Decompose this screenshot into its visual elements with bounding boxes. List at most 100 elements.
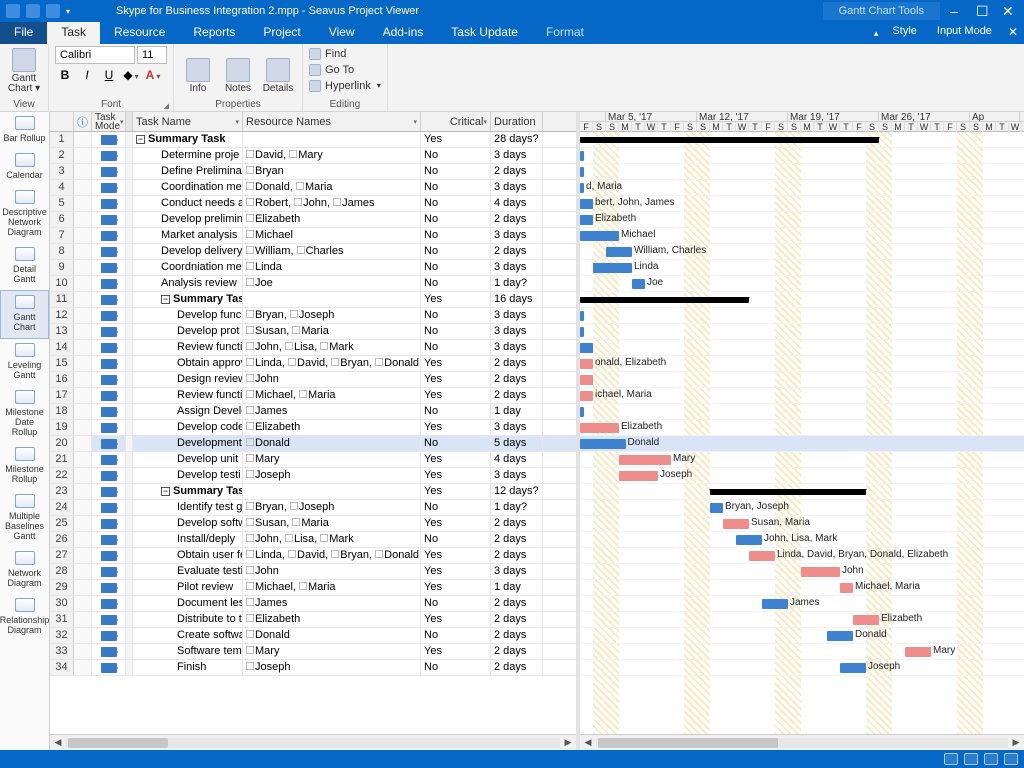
day-header[interactable]: T — [632, 122, 645, 132]
row-number[interactable]: 21 — [50, 452, 74, 467]
day-header[interactable]: W — [645, 122, 658, 132]
task-mode-cell[interactable] — [92, 388, 126, 403]
duration-cell[interactable]: 16 days — [491, 292, 543, 307]
day-header[interactable]: M — [892, 122, 905, 132]
task-mode-cell[interactable] — [92, 660, 126, 675]
gantt-row[interactable] — [580, 372, 1024, 388]
th-name[interactable]: Task Name▾ — [133, 112, 243, 131]
task-name-cell[interactable]: Finish — [133, 660, 243, 675]
table-row[interactable]: 1−Summary TaskYes28 days? — [50, 132, 576, 148]
task-name-cell[interactable]: −Summary Task 1 — [133, 484, 243, 499]
gantt-row[interactable]: Joe — [580, 276, 1024, 292]
view-network-diagram[interactable]: Network Diagram — [0, 547, 49, 594]
week-header[interactable] — [580, 112, 606, 121]
view-gantt-chart[interactable]: Gantt Chart — [0, 290, 49, 339]
info-cell[interactable] — [74, 228, 92, 243]
week-header[interactable]: Mar 12, '17 — [697, 112, 788, 121]
resource-cell[interactable]: Michael, Maria — [243, 580, 421, 595]
outline-toggle[interactable]: − — [136, 135, 145, 144]
task-name-cell[interactable]: Market analysis — [133, 228, 243, 243]
task-mode-cell[interactable] — [92, 436, 126, 451]
row-number[interactable]: 34 — [50, 660, 74, 675]
duration-cell[interactable]: 4 days — [491, 452, 543, 467]
gantt-row[interactable] — [580, 484, 1024, 500]
close-ribbon-button[interactable]: ✕ — [1002, 22, 1024, 44]
day-header[interactable]: S — [866, 122, 879, 132]
task-mode-cell[interactable] — [92, 564, 126, 579]
scroll-right-button[interactable]: ▶ — [560, 737, 576, 748]
info-button[interactable]: Info — [180, 46, 216, 94]
table-row[interactable]: 33Software temMaryYes2 days — [50, 644, 576, 660]
gantt-row[interactable]: Susan, Maria — [580, 516, 1024, 532]
table-row[interactable]: 29Pilot reviewMichael, MariaYes1 day — [50, 580, 576, 596]
critical-cell[interactable]: No — [421, 276, 491, 291]
resource-cell[interactable]: John — [243, 372, 421, 387]
critical-cell[interactable]: Yes — [421, 516, 491, 531]
gantt-row[interactable]: Michael, Maria — [580, 580, 1024, 596]
row-number[interactable]: 30 — [50, 596, 74, 611]
critical-cell[interactable]: No — [421, 196, 491, 211]
table-row[interactable]: 7Market analysisMichaelNo3 days — [50, 228, 576, 244]
task-bar[interactable]: William, Charles — [606, 247, 632, 257]
day-header[interactable]: S — [593, 122, 606, 132]
task-mode-cell[interactable] — [92, 500, 126, 515]
gantt-row[interactable]: d, Maria — [580, 180, 1024, 196]
view-detail-gantt[interactable]: Detail Gantt — [0, 243, 49, 290]
table-row[interactable]: 5Conduct needs anRobert, John, JamesNo4 … — [50, 196, 576, 212]
gantt-row[interactable]: Elizabeth — [580, 612, 1024, 628]
day-header[interactable]: M — [619, 122, 632, 132]
table-row[interactable]: 9Coordniation meeLindaNo3 days — [50, 260, 576, 276]
task-bar[interactable]: Elizabeth — [580, 215, 593, 225]
resource-cell[interactable]: Elizabeth — [243, 212, 421, 227]
duration-cell[interactable]: 2 days — [491, 356, 543, 371]
resource-cell[interactable]: Bryan, Joseph — [243, 308, 421, 323]
resource-cell[interactable]: Mary — [243, 644, 421, 659]
row-number[interactable]: 24 — [50, 500, 74, 515]
critical-cell[interactable]: Yes — [421, 372, 491, 387]
task-name-cell[interactable]: Conduct needs an — [133, 196, 243, 211]
row-number[interactable]: 28 — [50, 564, 74, 579]
row-number[interactable]: 32 — [50, 628, 74, 643]
critical-cell[interactable]: No — [421, 340, 491, 355]
table-row[interactable]: 3Define PreliminaBryanNo2 days — [50, 164, 576, 180]
row-number[interactable]: 25 — [50, 516, 74, 531]
day-header[interactable]: F — [762, 122, 775, 132]
task-mode-cell[interactable] — [92, 164, 126, 179]
gantt-row[interactable]: Donald — [580, 628, 1024, 644]
scroll-left-button[interactable]: ◀ — [580, 737, 596, 748]
timescale[interactable]: Mar 5, '17Mar 12, '17Mar 19, '17Mar 26, … — [580, 112, 1024, 132]
task-name-cell[interactable]: −Summary Task 1 — [133, 292, 243, 307]
task-bar[interactable]: Joseph — [619, 471, 658, 481]
resource-cell[interactable]: David, Mary — [243, 148, 421, 163]
critical-cell[interactable]: No — [421, 260, 491, 275]
info-cell[interactable] — [74, 276, 92, 291]
resource-cell[interactable]: Bryan — [243, 164, 421, 179]
task-bar[interactable]: Michael — [580, 231, 619, 241]
day-header[interactable]: S — [606, 122, 619, 132]
duration-cell[interactable]: 4 days — [491, 196, 543, 211]
info-cell[interactable] — [74, 420, 92, 435]
tab-reports[interactable]: Reports — [179, 22, 249, 44]
day-header[interactable]: T — [814, 122, 827, 132]
task-name-cell[interactable]: Identify test g — [133, 500, 243, 515]
task-mode-cell[interactable] — [92, 628, 126, 643]
row-number[interactable]: 29 — [50, 580, 74, 595]
tab-format[interactable]: Format — [532, 22, 598, 44]
info-cell[interactable] — [74, 660, 92, 675]
row-number[interactable]: 13 — [50, 324, 74, 339]
info-cell[interactable] — [74, 628, 92, 643]
info-cell[interactable] — [74, 148, 92, 163]
day-header[interactable]: S — [879, 122, 892, 132]
gantt-hscroll[interactable]: ◀ ▶ — [580, 734, 1024, 750]
task-name-cell[interactable]: Coordniation mee — [133, 260, 243, 275]
view-leveling-gantt[interactable]: Leveling Gantt — [0, 339, 49, 386]
qat-icon-app[interactable] — [6, 4, 20, 18]
critical-cell[interactable]: No — [421, 148, 491, 163]
tab-taskupdate[interactable]: Task Update — [437, 22, 532, 44]
row-number[interactable]: 9 — [50, 260, 74, 275]
info-cell[interactable] — [74, 356, 92, 371]
row-number[interactable]: 23 — [50, 484, 74, 499]
duration-cell[interactable]: 3 days — [491, 468, 543, 483]
row-number[interactable]: 27 — [50, 548, 74, 563]
table-row[interactable]: 20DevelopmentDonaldNo5 days — [50, 436, 576, 452]
